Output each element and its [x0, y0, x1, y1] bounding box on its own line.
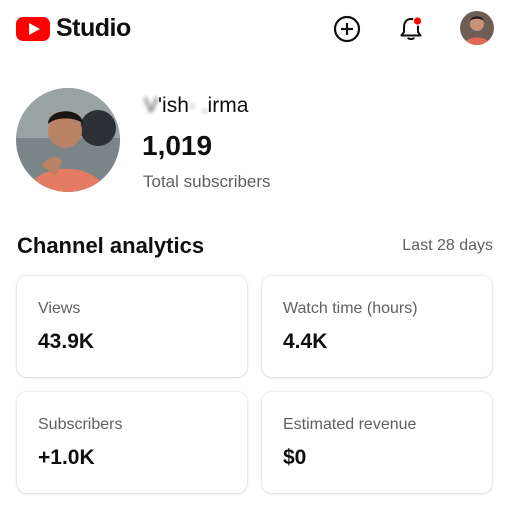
metric-label: Estimated revenue — [283, 416, 417, 433]
account-avatar[interactable] — [460, 11, 494, 45]
channel-summary: V'ish· .irma 1,019 Total subscribers — [16, 86, 496, 206]
notifications-button[interactable] — [394, 12, 428, 46]
app-header: Studio — [0, 0, 511, 60]
metric-label: Subscribers — [38, 416, 123, 433]
subscriber-label: Total subscribers — [143, 172, 271, 191]
metric-value: $0 — [283, 446, 307, 469]
notification-badge — [412, 16, 423, 26]
metric-value: 4.4K — [283, 330, 328, 353]
youtube-studio-logo[interactable]: Studio — [16, 14, 131, 43]
add-circle-icon — [333, 15, 361, 43]
analytics-title: Channel analytics — [17, 233, 205, 258]
bell-icon — [400, 16, 423, 40]
youtube-play-icon — [16, 16, 50, 41]
app-name: Studio — [56, 14, 131, 42]
metric-label: Views — [38, 300, 81, 317]
channel-name: V'ish· .irma — [144, 94, 249, 117]
metric-card-watch-time[interactable]: Watch time (hours) 4.4K — [262, 276, 492, 377]
metric-value: +1.0K — [38, 446, 95, 469]
analytics-date-range: Last 28 days — [402, 237, 493, 254]
metric-card-estimated-revenue[interactable]: Estimated revenue $0 — [262, 392, 492, 493]
create-button[interactable] — [330, 12, 364, 46]
metric-card-views[interactable]: Views 43.9K — [17, 276, 247, 377]
subscriber-count: 1,019 — [142, 130, 213, 161]
channel-avatar[interactable] — [16, 88, 120, 192]
metric-label: Watch time (hours) — [283, 300, 418, 317]
metric-card-subscribers[interactable]: Subscribers +1.0K — [17, 392, 247, 493]
metric-value: 43.9K — [38, 330, 95, 353]
